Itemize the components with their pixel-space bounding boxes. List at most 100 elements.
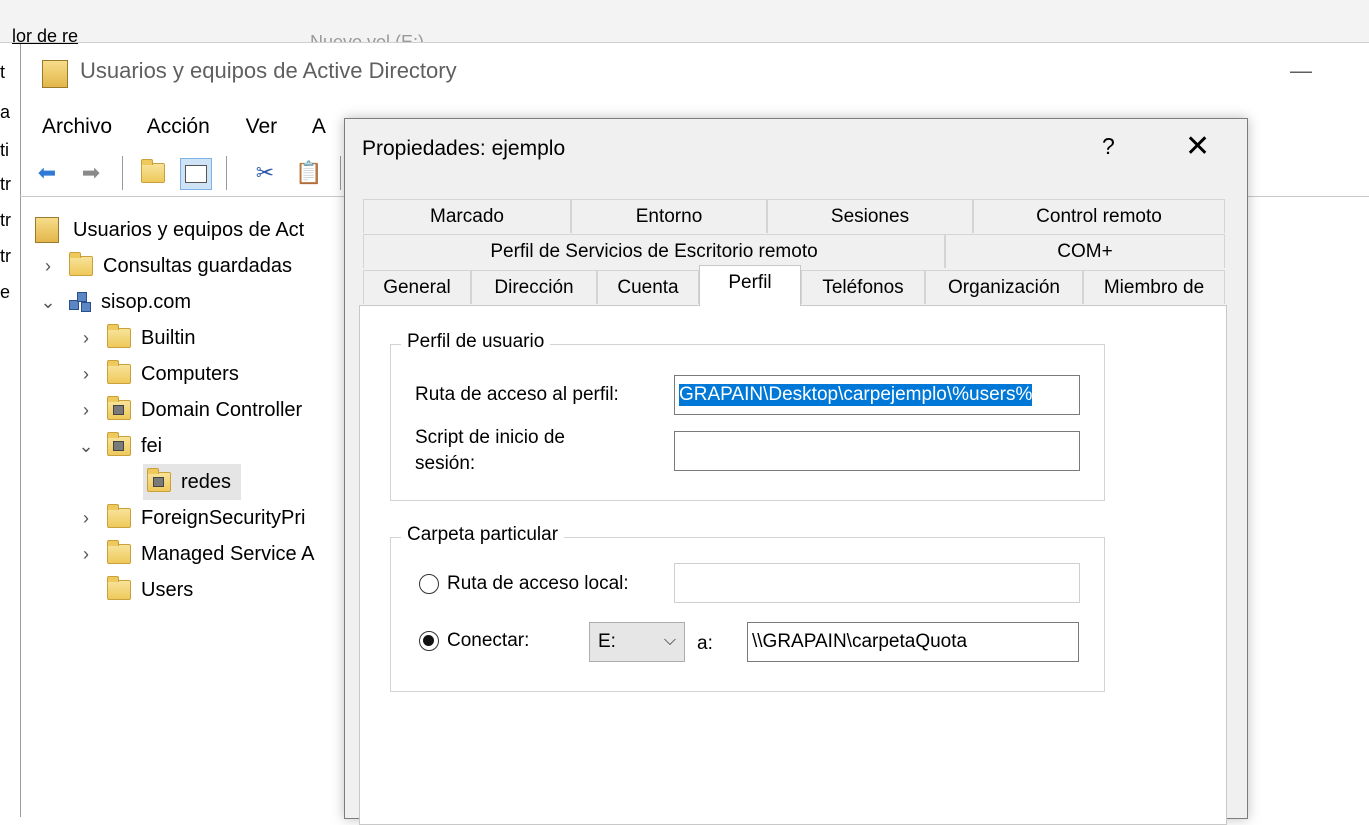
tree-item-redes[interactable]: redes	[143, 464, 242, 500]
tab-control-remoto[interactable]: Control remoto	[973, 199, 1225, 233]
tree-item-builtin[interactable]: › Builtin	[75, 320, 195, 356]
folder-icon	[107, 540, 131, 564]
group-legend: Carpeta particular	[401, 524, 565, 546]
menu-archivo[interactable]: Archivo	[42, 115, 112, 138]
main-window-title: Usuarios y equipos de Active Directory	[80, 58, 457, 83]
folder-icon	[107, 576, 131, 600]
chevron-down-icon[interactable]: ⌄	[75, 436, 97, 457]
tree-item-sisop[interactable]: ⌄ sisop.com	[37, 284, 191, 320]
cut-icon[interactable]: ✂	[250, 158, 280, 188]
aduc-app-icon	[42, 60, 68, 88]
tree-item-foreign-security[interactable]: › ForeignSecurityPri	[75, 500, 306, 536]
edge-char: a	[0, 102, 11, 122]
menu-bar: Archivo Acción Ver A	[42, 115, 356, 139]
to-label: a:	[697, 633, 713, 654]
tree-item-label: Domain Controller	[141, 398, 303, 421]
up-folder-icon[interactable]	[138, 158, 168, 188]
tree-root[interactable]: Usuarios y equipos de Act	[35, 212, 304, 248]
tree-item-label: Computers	[141, 362, 239, 385]
toolbar: ⬅ ➡ ✂ 📋	[22, 150, 352, 194]
tab-cuenta[interactable]: Cuenta	[597, 270, 699, 304]
console-tree: Usuarios y equipos de Act › Consultas gu…	[20, 210, 352, 810]
toolbar-separator	[226, 156, 227, 190]
minimize-button[interactable]: —	[1290, 58, 1312, 84]
tab-direccion[interactable]: Dirección	[471, 270, 597, 304]
tree-item-computers[interactable]: › Computers	[75, 356, 239, 392]
menu-ayuda[interactable]: A	[312, 115, 326, 138]
edge-char: tr	[0, 246, 11, 266]
profile-path-input[interactable]: GRAPAIN\Desktop\carpejemplo\%users%	[674, 375, 1080, 415]
logon-script-label: Script de inicio de	[415, 427, 565, 448]
edge-char: tr	[0, 210, 11, 230]
ou-folder-icon	[147, 468, 171, 492]
chevron-right-icon[interactable]: ›	[75, 544, 97, 565]
tab-marcado[interactable]: Marcado	[363, 199, 571, 233]
edge-char: t	[0, 62, 6, 82]
toolbar-separator	[122, 156, 123, 190]
connect-path-input[interactable]: \\GRAPAIN\carpetaQuota	[747, 622, 1079, 662]
tree-item-domain-controllers[interactable]: › Domain Controller	[75, 392, 302, 428]
tab-miembro-de[interactable]: Miembro de	[1083, 270, 1225, 304]
logon-script-input[interactable]	[674, 431, 1080, 471]
toolbar-separator	[340, 156, 341, 190]
tab-com-plus[interactable]: COM+	[945, 234, 1225, 268]
tree-item-label: fei	[141, 434, 163, 457]
background-fragment-2: Nuevo vol (E:)	[310, 32, 425, 42]
chevron-right-icon[interactable]: ›	[37, 256, 59, 277]
back-arrow-icon[interactable]: ⬅	[32, 158, 62, 188]
background-window-strip: lor de re Nuevo vol (E:)	[0, 0, 1369, 46]
tree-item-label: Users	[141, 578, 194, 601]
logon-script-label-2: sesión:	[415, 453, 476, 474]
folder-icon	[107, 324, 131, 348]
tree-item-label: sisop.com	[101, 290, 192, 313]
tab-general[interactable]: General	[363, 270, 471, 304]
tab-perfil-escritorio-remoto[interactable]: Perfil de Servicios de Escritorio remoto	[363, 234, 945, 268]
close-icon[interactable]: ✕	[1185, 129, 1210, 164]
group-legend: Perfil de usuario	[401, 331, 551, 353]
tab-organizacion[interactable]: Organización	[925, 270, 1083, 304]
help-button[interactable]: ?	[1102, 133, 1115, 160]
chevron-right-icon[interactable]: ›	[75, 508, 97, 529]
forward-arrow-icon[interactable]: ➡	[76, 158, 106, 188]
profile-path-label: Ruta de acceso al perfil:	[415, 384, 619, 405]
background-edge-text: t a ti tr tr tr e	[0, 44, 20, 344]
tree-item-fei[interactable]: ⌄ fei	[75, 428, 162, 464]
tab-perfil[interactable]: Perfil	[699, 265, 801, 306]
local-path-label: Ruta de acceso local:	[447, 573, 629, 594]
tree-item-managed-service[interactable]: › Managed Service A	[75, 536, 314, 572]
tree-item-users[interactable]: Users	[107, 572, 193, 608]
tree-item-label: Consultas guardadas	[103, 254, 293, 277]
folder-icon	[107, 360, 131, 384]
drive-value: E:	[598, 631, 616, 652]
menu-accion[interactable]: Acción	[147, 115, 210, 138]
menu-ver[interactable]: Ver	[246, 115, 278, 138]
folder-icon	[69, 252, 93, 276]
chevron-down-icon: ⌵	[663, 632, 676, 649]
edge-char: tr	[0, 174, 11, 194]
tree-item-label: Builtin	[141, 326, 196, 349]
chevron-down-icon[interactable]: ⌄	[37, 292, 59, 313]
tab-telefonos[interactable]: Teléfonos	[801, 270, 925, 304]
window-icon	[185, 165, 207, 183]
folder-icon	[107, 504, 131, 528]
ou-folder-icon	[107, 432, 131, 456]
show-console-tree-icon[interactable]	[180, 158, 212, 190]
local-path-radio[interactable]	[419, 574, 439, 594]
tab-sesiones[interactable]: Sesiones	[767, 199, 973, 233]
connect-radio[interactable]	[419, 631, 439, 651]
profile-path-value: GRAPAIN\Desktop\carpejemplo\%users%	[679, 384, 1033, 406]
group-carpeta-particular: Carpeta particular Ruta de acceso local:…	[390, 524, 1105, 692]
clipboard-icon[interactable]: 📋	[294, 158, 324, 188]
chevron-right-icon[interactable]: ›	[75, 364, 97, 385]
tab-entorno[interactable]: Entorno	[571, 199, 767, 233]
tree-item-label: redes	[181, 470, 232, 493]
local-path-input[interactable]	[674, 563, 1080, 603]
aduc-icon	[35, 217, 59, 243]
domain-icon	[69, 292, 91, 312]
chevron-right-icon[interactable]: ›	[75, 400, 97, 421]
background-divider	[0, 42, 1369, 43]
chevron-right-icon[interactable]: ›	[75, 328, 97, 349]
tree-item-label: Managed Service A	[141, 542, 315, 565]
tree-item-consultas[interactable]: › Consultas guardadas	[37, 248, 292, 284]
drive-select[interactable]: E: ⌵	[589, 622, 685, 662]
